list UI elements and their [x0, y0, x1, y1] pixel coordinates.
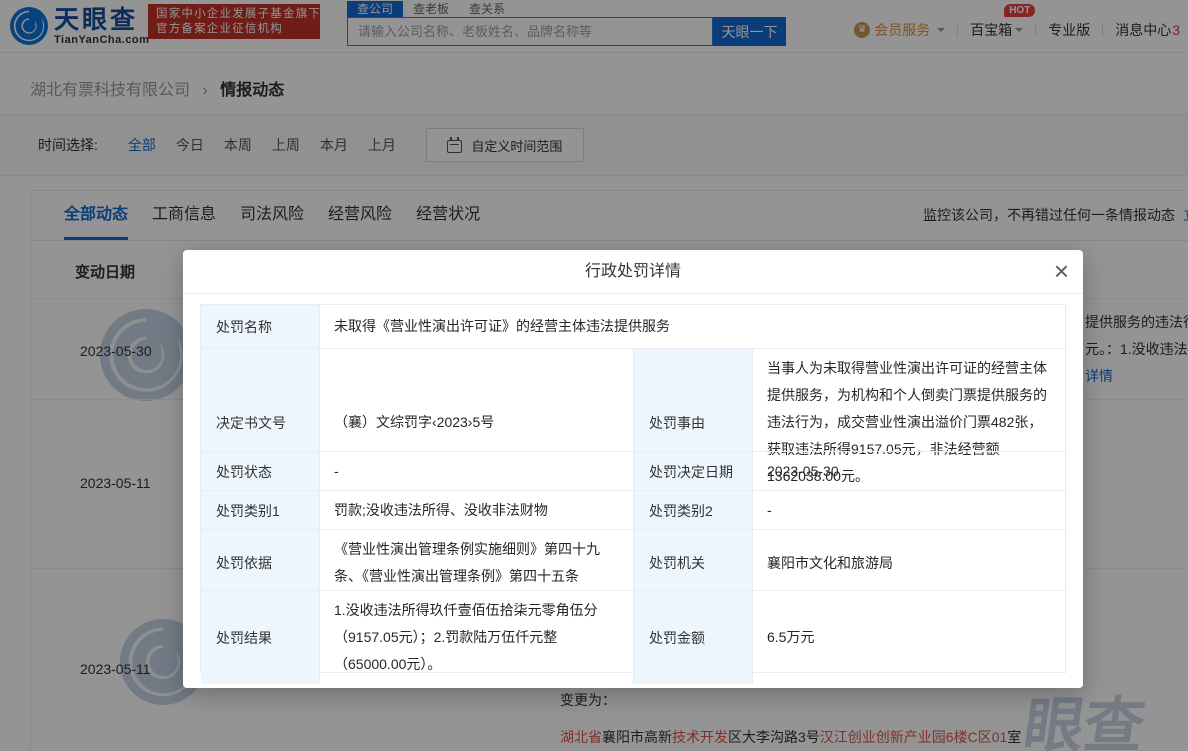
- field-label: 处罚结果: [201, 590, 320, 684]
- field-value: -: [753, 490, 1066, 530]
- field-value: 1.没收违法所得玖仟壹佰伍拾柒元零角伍分（9157.05元）；2.罚款陆万伍仟元…: [320, 590, 634, 684]
- field-value: 罚款;没收违法所得、没收非法财物: [320, 490, 634, 530]
- field-label: 处罚类别2: [634, 490, 753, 530]
- field-label: 处罚类别1: [201, 490, 320, 530]
- modal-title: 行政处罚详情: [183, 250, 1083, 294]
- field-value: 6.5万元: [753, 590, 1066, 684]
- field-label: 处罚机关: [634, 529, 753, 596]
- field-label: 处罚名称: [201, 305, 320, 348]
- field-label: 处罚状态: [201, 451, 320, 491]
- field-label: 处罚依据: [201, 529, 320, 596]
- penalty-detail-modal: 行政处罚详情 × 处罚名称 未取得《营业性演出许可证》的经营主体违法提供服务 决…: [183, 250, 1083, 688]
- field-label: 处罚金额: [634, 590, 753, 684]
- field-value: 襄阳市文化和旅游局: [753, 529, 1066, 596]
- field-value: 《营业性演出管理条例实施细则》第四十九条、《营业性演出管理条例》第四十五条: [320, 529, 634, 596]
- close-icon[interactable]: ×: [1054, 254, 1069, 288]
- field-value: -: [320, 451, 634, 491]
- page: 天眼查 TianYanCha.com 国家中小企业发展子基金旗下 官方备案企业征…: [0, 0, 1188, 751]
- penalty-table: 处罚名称 未取得《营业性演出许可证》的经营主体违法提供服务 决定书文号 （襄）文…: [200, 304, 1066, 673]
- field-value: 未取得《营业性演出许可证》的经营主体违法提供服务: [320, 305, 1066, 348]
- field-label: 处罚决定日期: [634, 451, 753, 491]
- field-value: 2023-05-30: [753, 451, 1066, 491]
